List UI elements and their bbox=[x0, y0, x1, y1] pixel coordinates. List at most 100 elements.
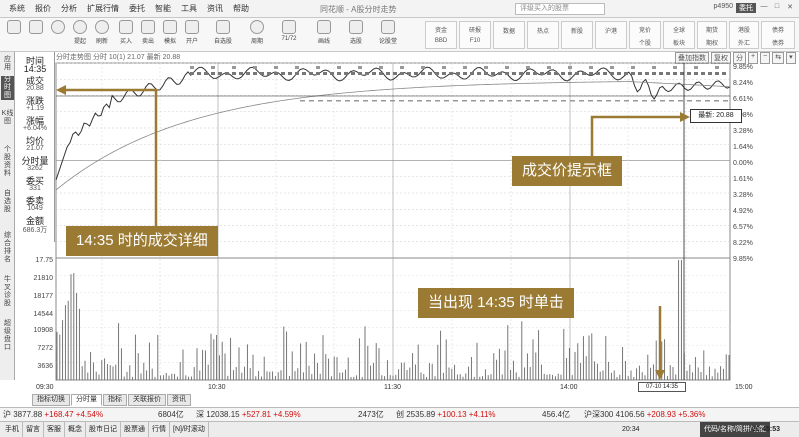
order-marker bbox=[680, 72, 684, 75]
order-marker bbox=[327, 100, 332, 102]
order-marker bbox=[309, 100, 314, 102]
order-marker bbox=[624, 72, 628, 75]
order-marker bbox=[449, 72, 453, 75]
order-marker bbox=[253, 66, 257, 69]
status-link-mobile[interactable]: 手机 bbox=[2, 422, 23, 437]
order-marker bbox=[554, 72, 558, 75]
order-marker bbox=[645, 72, 649, 75]
order-marker bbox=[519, 72, 523, 75]
order-marker bbox=[358, 66, 362, 69]
order-marker bbox=[651, 100, 656, 102]
order-marker bbox=[678, 100, 683, 102]
order-marker bbox=[393, 72, 397, 75]
index-pct: +4.54% bbox=[75, 410, 104, 419]
index-change: +527.81 bbox=[241, 410, 271, 419]
order-marker bbox=[232, 66, 236, 69]
order-marker bbox=[642, 100, 647, 102]
order-marker bbox=[260, 72, 264, 75]
order-marker bbox=[606, 100, 611, 102]
order-marker bbox=[652, 66, 656, 69]
status-link-message[interactable]: 留言 bbox=[23, 422, 44, 437]
order-marker bbox=[589, 66, 593, 69]
pct-tick: 9.85% bbox=[733, 64, 753, 71]
tab-indicator[interactable]: 指标 bbox=[103, 394, 127, 406]
pct-tick: 6.61% bbox=[733, 96, 753, 103]
order-marker bbox=[491, 72, 495, 75]
order-marker bbox=[624, 100, 629, 102]
index-cy[interactable]: 创 2535.89 +100.13 +4.11% bbox=[396, 408, 496, 421]
tab-related-quote[interactable]: 关联报价 bbox=[128, 394, 166, 406]
arrow-tooltip bbox=[590, 115, 686, 160]
order-marker bbox=[337, 66, 341, 69]
order-marker bbox=[471, 100, 476, 102]
vol-tick: 14544 bbox=[33, 311, 53, 318]
order-marker bbox=[417, 100, 422, 102]
index-ticker: 沪 3877.88 +168.47 +4.54% 6804亿 深 12038.1… bbox=[0, 407, 799, 421]
status-link-concept[interactable]: 概念 bbox=[65, 422, 86, 437]
order-marker bbox=[631, 66, 635, 69]
order-marker bbox=[477, 72, 481, 75]
status-link-service[interactable]: 客服 bbox=[44, 422, 65, 437]
status-link-quote[interactable]: 行情 bbox=[149, 422, 170, 437]
status-link-scroll[interactable]: [N]/时滚动 bbox=[170, 422, 209, 437]
order-marker bbox=[316, 72, 320, 75]
index-sz-turnover: 2473亿 bbox=[358, 410, 384, 419]
arrow-detail bbox=[62, 88, 158, 226]
order-marker bbox=[582, 72, 586, 75]
order-marker bbox=[407, 72, 411, 75]
intraday-chart[interactable] bbox=[0, 0, 799, 437]
order-marker bbox=[714, 100, 719, 102]
tab-volume[interactable]: 分时量 bbox=[71, 394, 102, 406]
index-change: +100.13 bbox=[437, 410, 467, 419]
order-marker bbox=[351, 72, 355, 75]
index-pct: +4.59% bbox=[273, 410, 301, 419]
order-marker bbox=[344, 72, 348, 75]
order-marker bbox=[705, 100, 710, 102]
order-marker bbox=[615, 100, 620, 102]
order-marker bbox=[484, 66, 488, 69]
index-name: 深 bbox=[196, 410, 204, 419]
order-marker bbox=[552, 100, 557, 102]
time-tick: 10:30 bbox=[208, 384, 226, 391]
callout-price-tooltip: 成交价提示框 bbox=[512, 156, 623, 186]
time-tick: 09:30 bbox=[36, 384, 54, 391]
order-marker bbox=[526, 66, 530, 69]
arrow-detail-head bbox=[56, 85, 66, 95]
order-marker bbox=[498, 72, 502, 75]
order-marker bbox=[190, 72, 194, 75]
tab-news[interactable]: 资讯 bbox=[167, 394, 191, 406]
index-value: 2535.89 bbox=[406, 410, 436, 419]
order-marker bbox=[533, 72, 537, 75]
pct-tick: 8.24% bbox=[733, 80, 753, 87]
index-sz[interactable]: 深 12038.15 +527.81 +4.59% bbox=[196, 408, 301, 421]
index-name: 沪 bbox=[3, 410, 11, 419]
order-marker bbox=[638, 72, 642, 75]
index-pct: +5.36% bbox=[678, 410, 706, 419]
order-marker bbox=[302, 72, 306, 75]
order-marker bbox=[399, 100, 404, 102]
pct-tick: 0.00% bbox=[733, 160, 753, 167]
order-marker bbox=[390, 100, 395, 102]
callout-trade-detail: 14:35 时的成交详细 bbox=[66, 226, 218, 256]
order-marker bbox=[701, 72, 705, 75]
vol-tick: 21810 bbox=[33, 275, 53, 282]
vol-tick: 7272 bbox=[37, 345, 53, 352]
order-marker bbox=[498, 100, 503, 102]
tab-indicator-switch[interactable]: 指标切换 bbox=[32, 394, 70, 406]
order-marker bbox=[345, 100, 350, 102]
pct-tick: 4.92% bbox=[733, 208, 753, 215]
time-tick: 14:00 bbox=[560, 384, 578, 391]
order-marker bbox=[435, 100, 440, 102]
order-marker bbox=[381, 100, 386, 102]
pct-tick: 3.28% bbox=[733, 192, 753, 199]
pct-tick: 8.22% bbox=[733, 240, 753, 247]
status-link-diary[interactable]: 股市日记 bbox=[86, 422, 121, 437]
order-marker bbox=[372, 100, 377, 102]
order-marker bbox=[225, 72, 229, 75]
order-marker bbox=[561, 72, 565, 75]
status-link-stock-pass[interactable]: 股票通 bbox=[121, 422, 149, 437]
index-hs300[interactable]: 沪深300 4106.56 +208.93 +5.36% bbox=[584, 408, 705, 421]
order-marker bbox=[442, 66, 446, 69]
order-marker bbox=[666, 72, 670, 75]
index-sh[interactable]: 沪 3877.88 +168.47 +4.54% bbox=[3, 408, 103, 421]
